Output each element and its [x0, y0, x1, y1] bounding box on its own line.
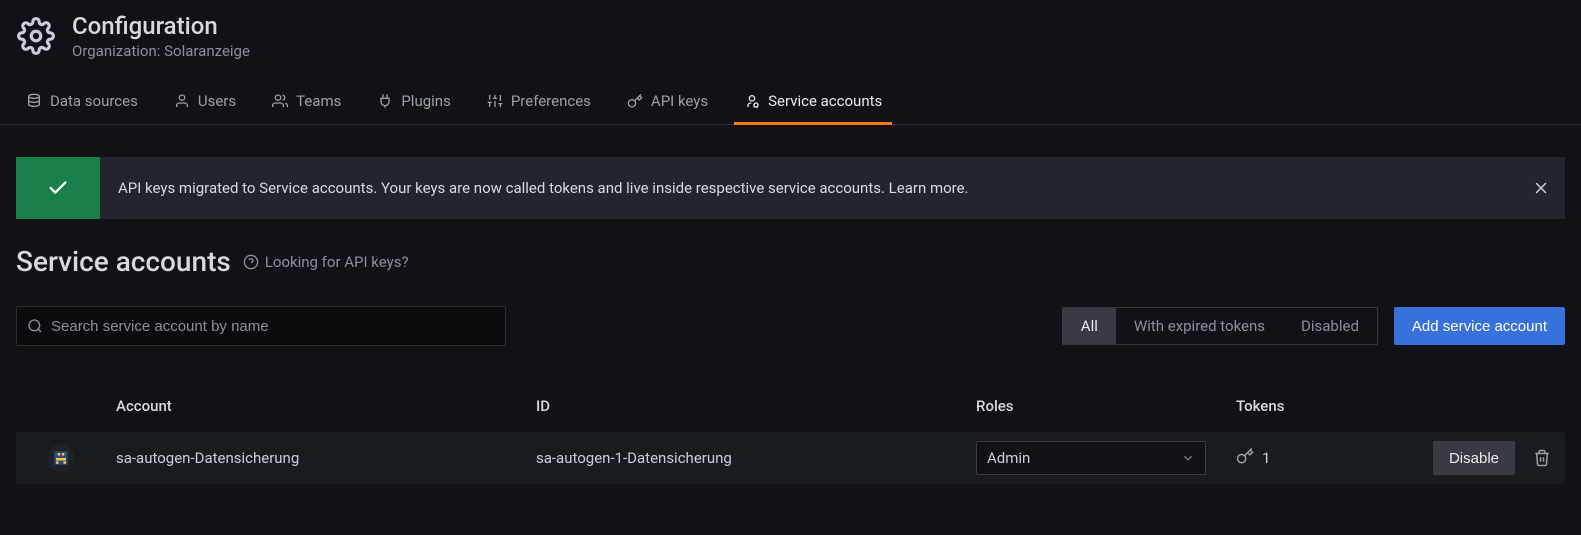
page-subtitle: Organization: Solaranzeige: [72, 42, 250, 60]
tab-label: Data sources: [50, 92, 138, 110]
search-icon: [27, 318, 43, 334]
tab-api-keys[interactable]: API keys: [617, 84, 718, 125]
search-input[interactable]: [51, 318, 495, 335]
tab-plugins[interactable]: Plugins: [367, 84, 460, 125]
tabs: Data sources Users Teams Plugins Prefere…: [0, 60, 1581, 125]
tab-preferences[interactable]: Preferences: [477, 84, 601, 125]
disable-button[interactable]: Disable: [1433, 441, 1515, 475]
gear-icon: [16, 16, 56, 56]
tab-data-sources[interactable]: Data sources: [16, 84, 148, 125]
role-value: Admin: [987, 449, 1030, 467]
col-header-roles: Roles: [976, 397, 1236, 415]
tab-label: API keys: [651, 92, 708, 110]
tab-label: Service accounts: [768, 92, 882, 110]
delete-button[interactable]: [1527, 441, 1557, 475]
tab-label: Preferences: [511, 92, 591, 110]
col-header-id: ID: [536, 397, 976, 415]
key-icon: [1236, 447, 1254, 469]
chevron-down-icon: [1181, 451, 1195, 465]
filter-all[interactable]: All: [1063, 308, 1116, 344]
page-title: Configuration: [72, 12, 250, 40]
alert-close-button[interactable]: [1517, 157, 1565, 219]
search-input-wrap[interactable]: [16, 306, 506, 346]
filter-disabled[interactable]: Disabled: [1283, 308, 1377, 344]
avatar: [47, 444, 75, 472]
hint-label: Looking for API keys?: [265, 253, 409, 271]
add-service-account-button[interactable]: Add service account: [1394, 307, 1565, 345]
tab-label: Users: [198, 92, 236, 110]
filter-expired[interactable]: With expired tokens: [1116, 308, 1283, 344]
section-title: Service accounts: [16, 245, 231, 278]
tab-label: Teams: [296, 92, 341, 110]
role-select[interactable]: Admin: [976, 441, 1206, 475]
alert-success: API keys migrated to Service accounts. Y…: [16, 157, 1565, 219]
cell-account: sa-autogen-Datensicherung: [106, 449, 536, 467]
api-keys-hint[interactable]: Looking for API keys?: [243, 253, 409, 271]
tab-users[interactable]: Users: [164, 84, 246, 125]
trash-icon: [1533, 449, 1551, 467]
col-header-account: Account: [106, 397, 536, 415]
check-icon: [16, 157, 100, 219]
filter-group: All With expired tokens Disabled: [1062, 307, 1378, 345]
cell-id: sa-autogen-1-Datensicherung: [536, 449, 976, 467]
col-header-tokens: Tokens: [1236, 397, 1406, 415]
service-accounts-table: Account ID Roles Tokens sa-autogen-Daten…: [0, 380, 1581, 484]
tokens-count: 1: [1262, 449, 1270, 467]
tab-teams[interactable]: Teams: [262, 84, 351, 125]
alert-message: API keys migrated to Service accounts. Y…: [100, 157, 1517, 219]
tab-service-accounts[interactable]: Service accounts: [734, 84, 892, 125]
table-row[interactable]: sa-autogen-Datensicherung sa-autogen-1-D…: [16, 432, 1565, 484]
tab-label: Plugins: [401, 92, 450, 110]
